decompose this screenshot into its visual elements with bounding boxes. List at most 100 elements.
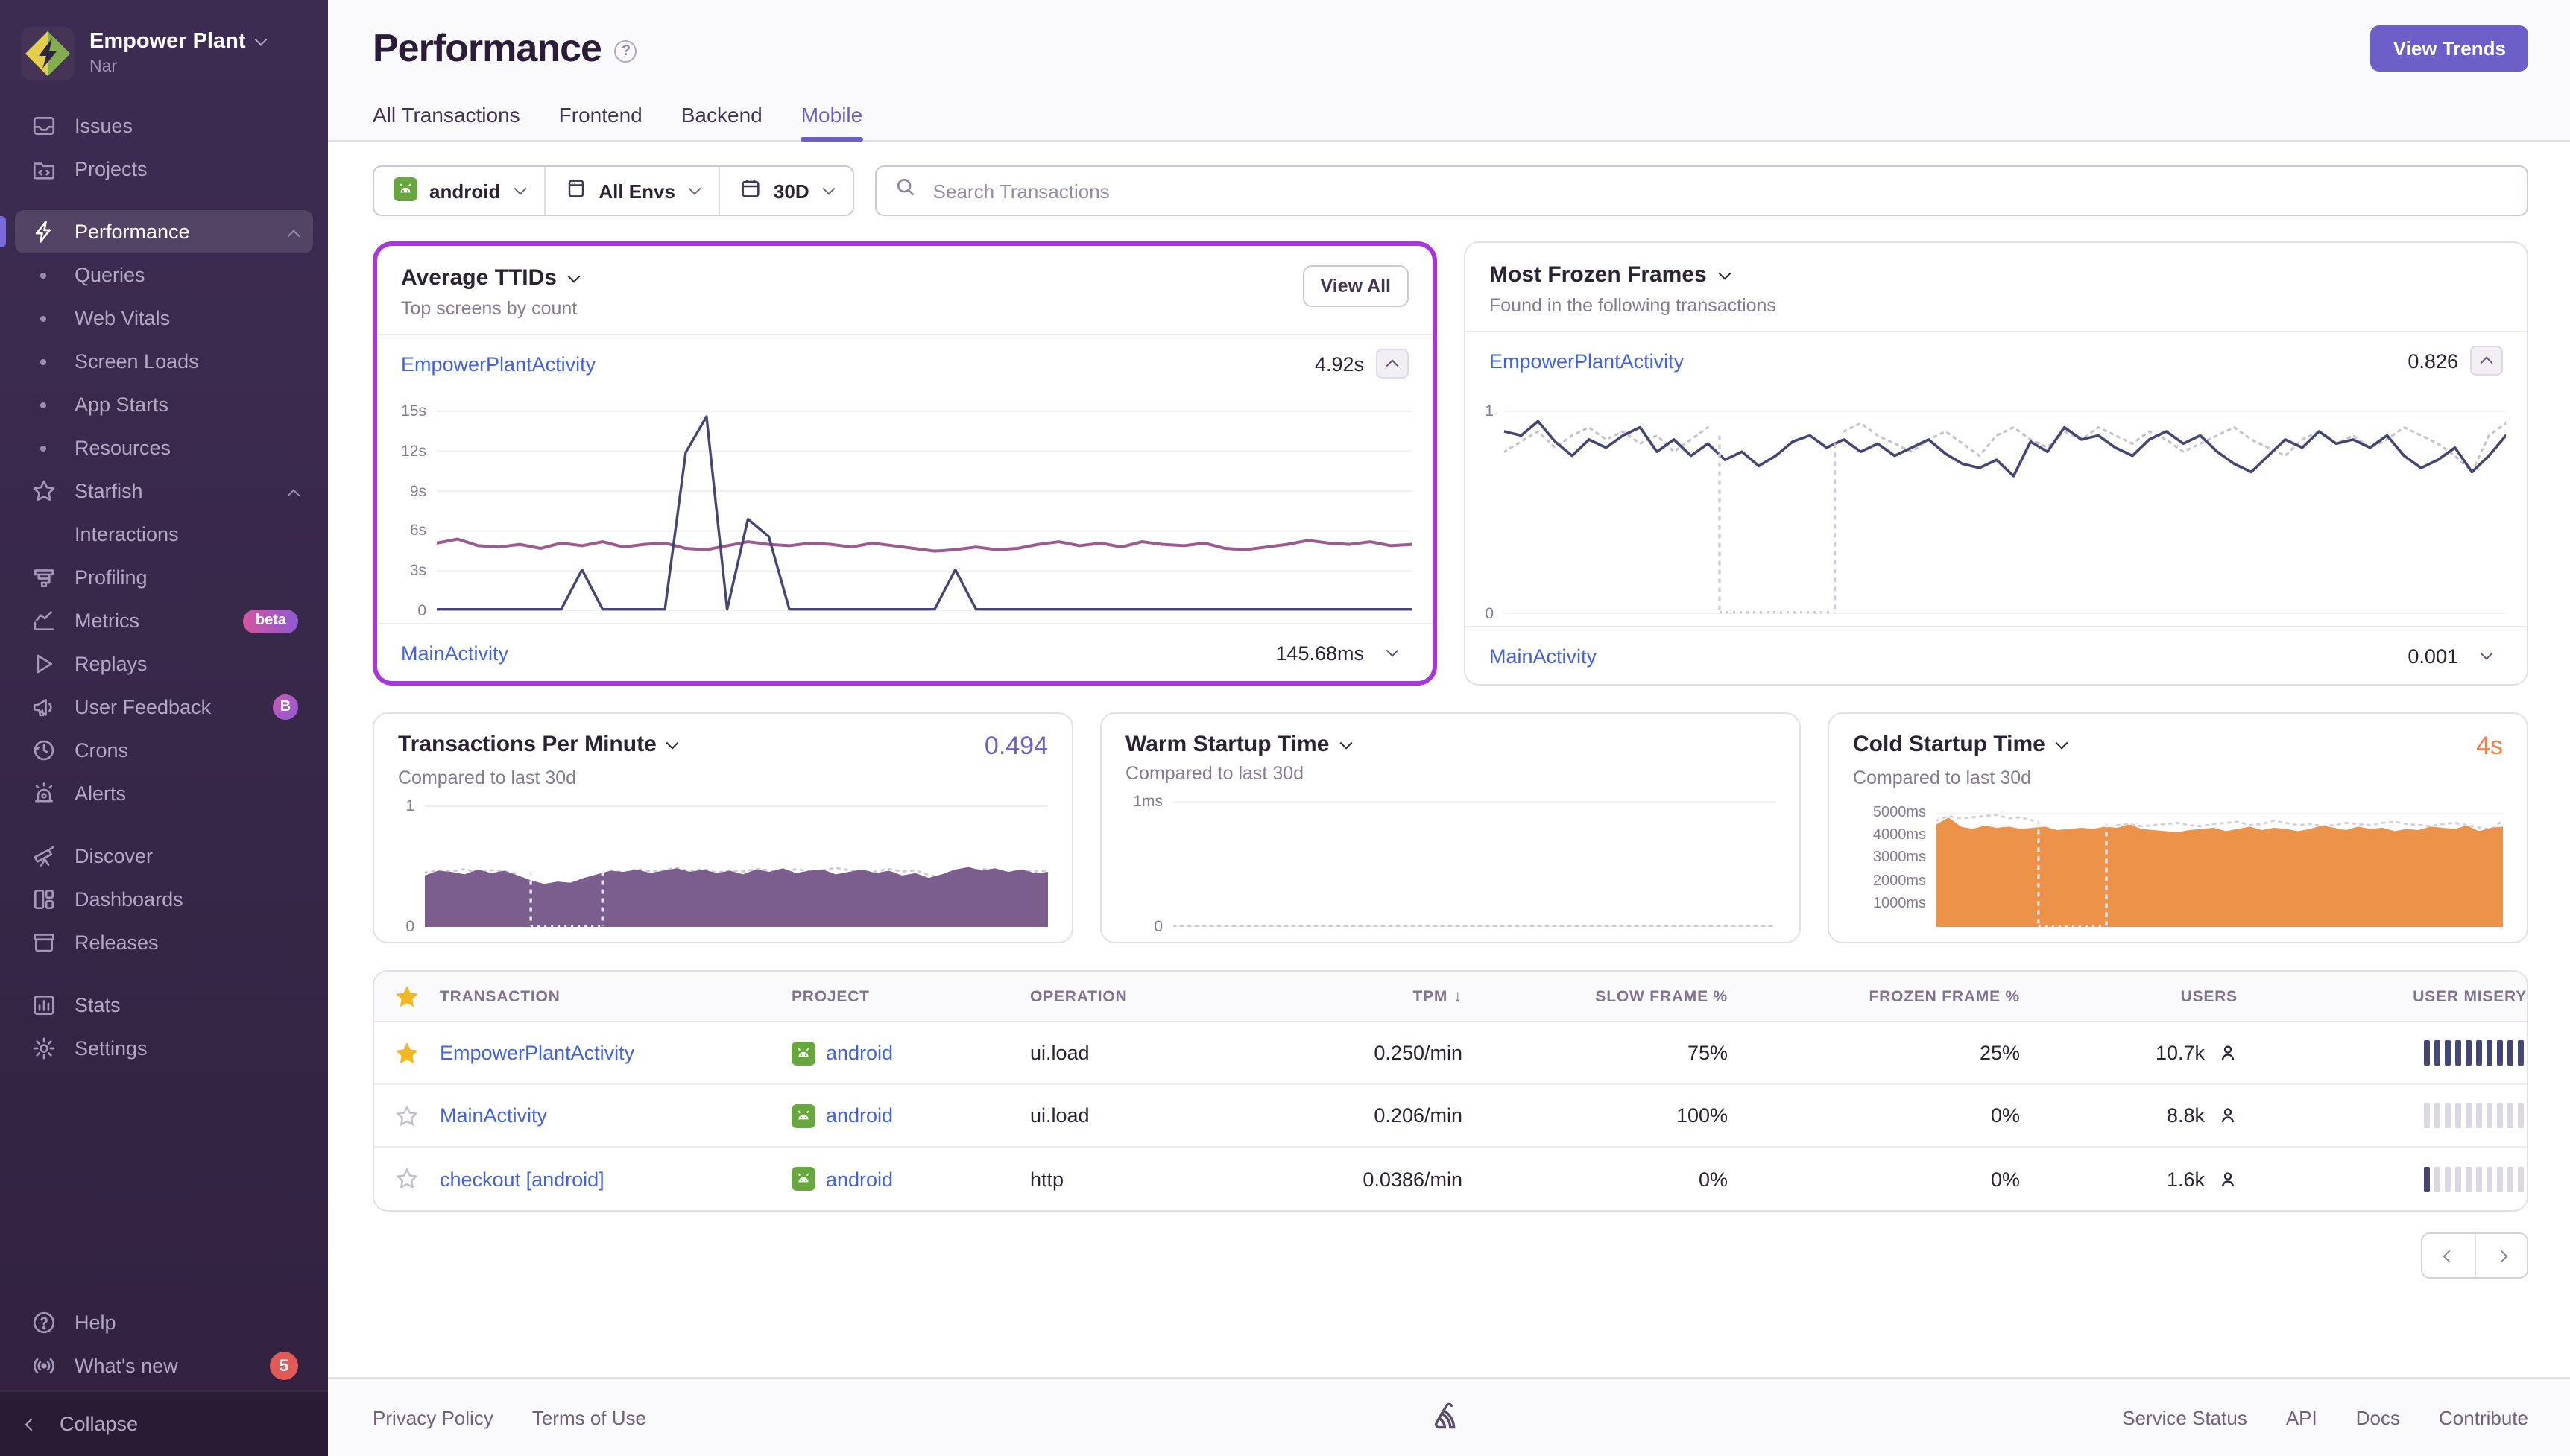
sentry-performance-app: Empower Plant Nar IssuesProjects Performa… — [0, 0, 2570, 1456]
footer-link-terms-of-use[interactable]: Terms of Use — [532, 1406, 646, 1428]
column-header-users[interactable]: USERS — [2020, 987, 2238, 1005]
project-link[interactable]: android — [826, 1104, 893, 1127]
sentry-logo-icon — [1431, 1399, 1467, 1435]
star-outline-icon[interactable] — [374, 1167, 440, 1191]
footer-link-service-status[interactable]: Service Status — [2122, 1406, 2247, 1428]
star-outline-icon[interactable] — [374, 1104, 440, 1127]
project-link[interactable]: android — [826, 1042, 893, 1064]
frozen-title-dropdown[interactable]: Most Frozen Frames — [1489, 262, 1776, 288]
sidebar-item-label: Help — [75, 1311, 298, 1334]
metrics-badge: beta — [244, 609, 298, 633]
widget-title: Cold Startup Time — [1853, 732, 2045, 757]
transaction-link[interactable]: checkout [android] — [440, 1168, 604, 1190]
operation-cell: ui.load — [1030, 1104, 1281, 1127]
sidebar-item-issues[interactable]: Issues — [15, 104, 313, 148]
sidebar-item-settings[interactable]: Settings — [15, 1027, 313, 1070]
sidebar-item-performance[interactable]: Performance — [15, 210, 313, 253]
sidebar-item-queries[interactable]: Queries — [15, 253, 313, 297]
ttid-title-dropdown[interactable]: Average TTIDs — [401, 265, 579, 291]
tpm-title-dropdown[interactable]: Transactions Per Minute — [398, 732, 678, 757]
collapse-row-button[interactable] — [2470, 346, 2503, 376]
sidebar-item-crons[interactable]: Crons — [15, 729, 313, 772]
sidebar-section: DiscoverDashboardsReleases — [15, 835, 313, 964]
previous-page-button[interactable] — [2422, 1234, 2475, 1277]
sidebar-item-discover[interactable]: Discover — [15, 835, 313, 878]
project-filter[interactable]: android — [374, 167, 543, 215]
chevron-up-icon — [2481, 356, 2493, 369]
search-transactions-input[interactable] — [930, 178, 2509, 203]
star-filled-icon[interactable] — [374, 1041, 440, 1065]
view-all-button[interactable]: View All — [1303, 265, 1409, 307]
sidebar: Empower Plant Nar IssuesProjects Performa… — [0, 0, 328, 1456]
page-help-icon[interactable]: ? — [615, 40, 637, 63]
panels-row: Average TTIDs Top screens by count View … — [373, 241, 2528, 686]
org-name: Empower Plant — [89, 30, 246, 54]
sidebar-item-releases[interactable]: Releases — [15, 921, 313, 964]
project-link[interactable]: android — [826, 1168, 893, 1190]
tpm-svg — [425, 800, 1048, 927]
tpm-cell: 0.0386/min — [1281, 1168, 1462, 1190]
column-header-slow-frame[interactable]: SLOW FRAME % — [1462, 987, 1728, 1005]
column-header-operation[interactable]: OPERATION — [1030, 987, 1281, 1005]
column-header-tpm[interactable]: TPM↓ — [1281, 987, 1462, 1005]
sidebar-item-profiling[interactable]: Profiling — [15, 556, 313, 599]
sidebar-item-app-starts[interactable]: App Starts — [15, 383, 313, 426]
column-header-transaction[interactable]: TRANSACTION — [440, 987, 792, 1005]
environment-filter[interactable]: All Envs — [543, 167, 719, 215]
footer-link-docs[interactable]: Docs — [2356, 1406, 2400, 1428]
sidebar-item-interactions[interactable]: Interactions — [15, 513, 313, 556]
warm-title-dropdown[interactable]: Warm Startup Time — [1125, 732, 1350, 757]
column-header-user-misery[interactable]: USER MISERY — [2238, 987, 2527, 1005]
chevron-down-icon — [514, 183, 526, 195]
transaction-link[interactable]: MainActivity — [401, 642, 508, 664]
bullet-icon — [27, 315, 60, 321]
tab-frontend[interactable]: Frontend — [559, 103, 642, 140]
expand-row-button[interactable] — [2470, 641, 2503, 671]
sidebar-item-replays[interactable]: Replays — [15, 642, 313, 686]
column-header-label: USER MISERY — [2413, 987, 2527, 1005]
sidebar-item-alerts[interactable]: Alerts — [15, 772, 313, 815]
date-range-filter[interactable]: 30D — [719, 167, 853, 215]
tab-all-transactions[interactable]: All Transactions — [373, 103, 520, 140]
transaction-link[interactable]: EmpowerPlantActivity — [440, 1042, 634, 1064]
next-page-button[interactable] — [2475, 1234, 2527, 1277]
sidebar-item-screen-loads[interactable]: Screen Loads — [15, 340, 313, 383]
expand-row-button[interactable] — [1376, 638, 1409, 668]
sidebar-item-projects[interactable]: Projects — [15, 148, 313, 191]
column-header-frozen-frame[interactable]: FROZEN FRAME % — [1728, 987, 2020, 1005]
sidebar-item-metrics[interactable]: Metricsbeta — [15, 599, 313, 642]
megaphone-icon — [27, 694, 60, 720]
main-area: Performance ? View Trends All Transactio… — [328, 0, 2570, 1456]
tab-mobile[interactable]: Mobile — [801, 103, 863, 140]
sidebar-collapse-button[interactable]: Collapse — [0, 1390, 328, 1456]
sidebar-item-web-vitals[interactable]: Web Vitals — [15, 297, 313, 340]
operation-cell: http — [1030, 1168, 1281, 1190]
page-content: android All Envs 30D — [328, 142, 2570, 1358]
sidebar-item-stats[interactable]: Stats — [15, 984, 313, 1027]
sidebar-item-starfish[interactable]: Starfish — [15, 469, 313, 513]
transaction-link[interactable]: EmpowerPlantActivity — [1489, 349, 1684, 372]
footer-link-api[interactable]: API — [2286, 1406, 2317, 1428]
org-switcher[interactable]: Empower Plant Nar — [0, 0, 328, 101]
collapse-row-button[interactable] — [1376, 349, 1409, 379]
transaction-link[interactable]: EmpowerPlantActivity — [401, 352, 596, 375]
sidebar-item-resources[interactable]: Resources — [15, 426, 313, 469]
tab-backend[interactable]: Backend — [681, 103, 763, 140]
sidebar-item-what-s-new[interactable]: What's new5 — [15, 1344, 313, 1387]
chart-plot — [1173, 796, 1775, 927]
star-icon — [27, 478, 60, 504]
transaction-link[interactable]: MainActivity — [1489, 645, 1597, 667]
sidebar-item-help[interactable]: Help — [15, 1301, 313, 1344]
page-filter-control: android All Envs 30D — [373, 165, 854, 216]
footer-link-contribute[interactable]: Contribute — [2439, 1406, 2528, 1428]
transaction-cell: checkout [android] — [440, 1168, 792, 1190]
chart-plot — [437, 398, 1412, 611]
sidebar-item-dashboards[interactable]: Dashboards — [15, 878, 313, 921]
footer-link-privacy-policy[interactable]: Privacy Policy — [373, 1406, 493, 1428]
transaction-link[interactable]: MainActivity — [440, 1104, 547, 1127]
column-header-label: FROZEN FRAME % — [1869, 987, 2020, 1005]
view-trends-button[interactable]: View Trends — [2371, 25, 2528, 72]
sidebar-item-user-feedback[interactable]: User FeedbackB — [15, 686, 313, 729]
cold-title-dropdown[interactable]: Cold Startup Time — [1853, 732, 2066, 757]
column-header-project[interactable]: PROJECT — [792, 987, 1030, 1005]
